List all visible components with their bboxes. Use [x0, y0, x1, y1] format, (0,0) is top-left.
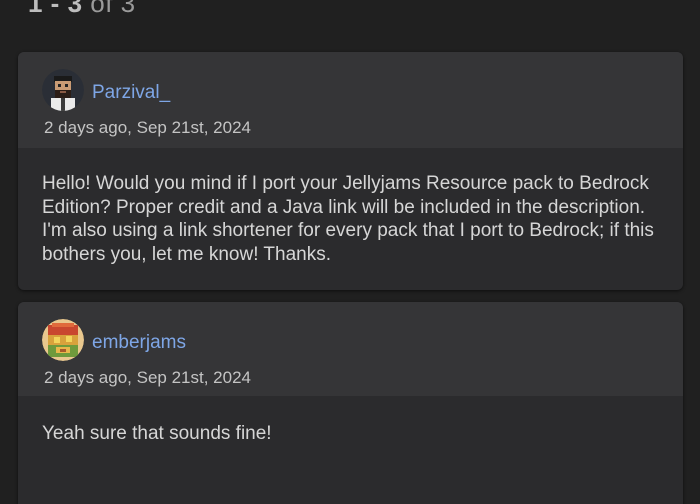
avatar[interactable]	[42, 69, 84, 111]
comment-body: Yeah sure that sounds fine!	[42, 423, 272, 444]
comment-body: Hello! Would you mind if I port your Jel…	[42, 173, 654, 265]
pagination-range: 1 - 3	[28, 0, 83, 18]
comment-card: emberjams 2 days ago, Sep 21st, 2024 Yea…	[18, 302, 683, 504]
pixel-art-flower-avatar-icon	[42, 319, 84, 361]
comment-timestamp: 2 days ago, Sep 21st, 2024	[44, 118, 251, 137]
pagination-total: of 3	[90, 0, 136, 18]
pixel-bearded-man-avatar-icon	[42, 69, 84, 111]
comment-header: emberjams 2 days ago, Sep 21st, 2024	[18, 302, 683, 396]
comment-card: Parzival_ 2 days ago, Sep 21st, 2024 Hel…	[18, 52, 683, 290]
comments-page: 1 - 3 of 3 Parzival_ 2 days ago, Sep 21s…	[0, 0, 700, 504]
comment-header: Parzival_ 2 days ago, Sep 21st, 2024	[18, 52, 683, 148]
pagination-summary: 1 - 3 of 3	[28, 0, 136, 19]
comment-username[interactable]: Parzival_	[92, 82, 170, 104]
comment-username[interactable]: emberjams	[92, 332, 186, 354]
avatar[interactable]	[42, 319, 84, 361]
comment-timestamp: 2 days ago, Sep 21st, 2024	[44, 368, 251, 387]
